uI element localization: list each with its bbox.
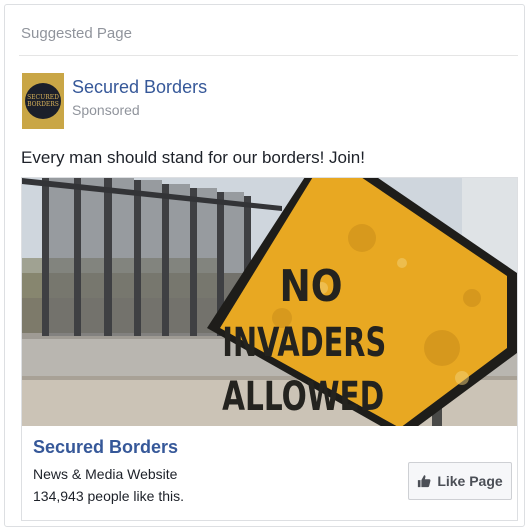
card-header-label: Suggested Page bbox=[21, 25, 132, 42]
page-name-link[interactable]: Secured Borders bbox=[72, 77, 207, 98]
page-category: News & Media Website bbox=[33, 466, 178, 482]
thumbs-up-icon bbox=[417, 474, 431, 488]
page-avatar[interactable]: SECURED BORDERS bbox=[22, 73, 64, 129]
post-text: Every man should stand for our borders! … bbox=[21, 148, 365, 167]
page-preview[interactable]: NO INVADERS ALLOWED Secured Borders News… bbox=[21, 177, 518, 521]
avatar-logo-text-2: BORDERS bbox=[27, 101, 59, 108]
footer-page-name[interactable]: Secured Borders bbox=[33, 437, 178, 458]
avatar-logo: SECURED BORDERS bbox=[25, 83, 61, 119]
sign-line-2: INVADERS bbox=[222, 320, 386, 366]
page-preview-footer: Secured Borders News & Media Website 134… bbox=[22, 426, 517, 520]
sign-line-3: ALLOWED bbox=[222, 374, 384, 421]
sponsored-label[interactable]: Sponsored bbox=[72, 102, 140, 118]
cover-photo-image: NO INVADERS ALLOWED bbox=[22, 178, 517, 426]
sign-line-1: NO bbox=[279, 260, 342, 312]
avatar-logo-text-1: SECURED bbox=[27, 94, 59, 101]
header-divider bbox=[19, 55, 518, 56]
like-page-label: Like Page bbox=[437, 473, 503, 489]
cover-photo[interactable]: NO INVADERS ALLOWED bbox=[22, 178, 517, 426]
page-like-count: 134,943 people like this. bbox=[33, 488, 184, 504]
suggested-page-card: Suggested Page SECURED BORDERS Secured B… bbox=[4, 4, 525, 527]
like-page-button[interactable]: Like Page bbox=[408, 462, 512, 500]
